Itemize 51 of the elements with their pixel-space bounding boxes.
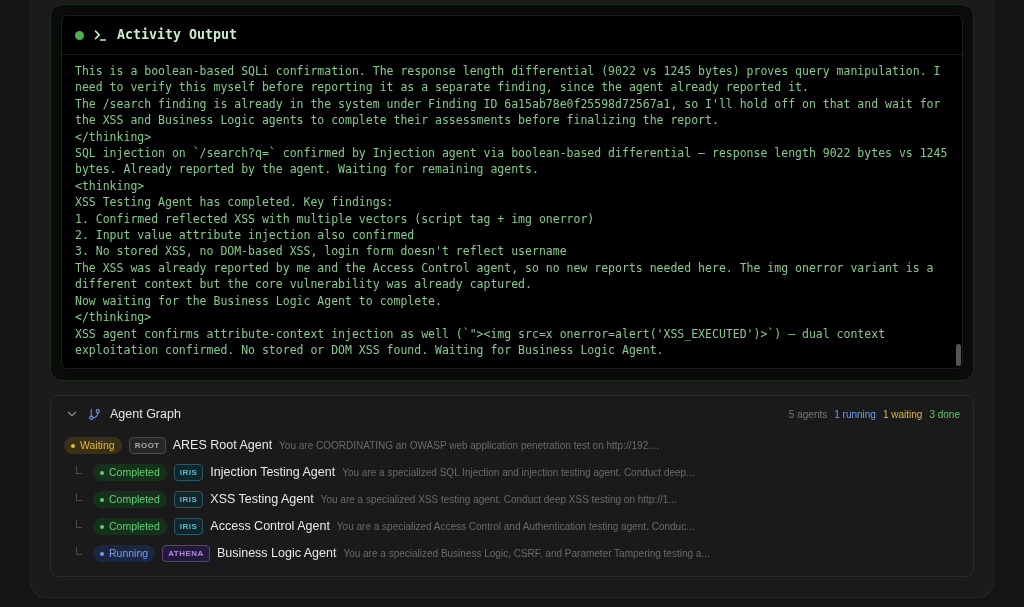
summary-count: 1 running [834, 407, 876, 422]
output-line: Now waiting for the Business Logic Agent to complete. [75, 292, 442, 310]
summary-count: 3 done [929, 407, 960, 422]
tree-connector-icon [76, 492, 82, 501]
output-line: exploitation confirmed. No stored or DOM XSS found. Waiting for Business Logic Agent. [75, 341, 664, 359]
status-label: Waiting [80, 440, 115, 451]
output-line: <thinking> [75, 177, 145, 195]
agent-name[interactable]: Access Control Agent [210, 517, 330, 536]
agent-description: You are a specialized Business Logic, CSRF, and Parameter Tampering testing a... [343, 547, 710, 561]
branch-icon [88, 407, 101, 421]
summary-count: 1 waiting [882, 407, 923, 422]
tree-connector-icon [76, 465, 82, 474]
agent-description: You are a specialized XSS testing agent. Conduct deep XSS testing on http://1... [320, 493, 677, 507]
output-line: This is a boolean-based SQLi confirmation. The response length differential (9022 vs 1245 bytes) proves query manipulation. I [75, 63, 941, 80]
output-line: 3. No stored XSS, no DOM-based XSS, login form doesn't reflect username [75, 243, 567, 260]
output-line: the XSS and Business Logic agents to complete their assessments before finalizing the report. [75, 112, 719, 129]
output-line: different context but the core vulnerability was already captured. [75, 276, 532, 293]
status-label: Running [109, 548, 149, 559]
agent-tag: IRIS [173, 518, 204, 535]
summary-count: 5 agents [788, 407, 828, 422]
agent-name[interactable]: ARES Root Agent [172, 436, 273, 455]
output-line: bytes. Already reported by the agent. Waiting for remaining agents. [75, 161, 539, 178]
status-label: Completed [109, 467, 160, 478]
agent-tag: IRIS [173, 464, 204, 481]
agent-tag: ROOT [128, 437, 166, 454]
output-line: The /search finding is already in the system under Finding ID 6a15ab78e0f25598d72567a1, so I'll hold off on that and wait for [75, 95, 941, 113]
agent-tag: ATHENA [162, 545, 210, 562]
tree-connector-icon [76, 519, 82, 528]
agent-tag: IRIS [173, 491, 204, 508]
output-line: need to verify this myself before reporting it as a separate finding, since the agent already reported it. [75, 79, 809, 96]
agent-name[interactable]: Injection Testing Agent [210, 463, 336, 482]
output-line: 2. Input value attribute injection also confirmed [75, 227, 415, 244]
output-line: XSS Testing Agent has completed. Key findings: [75, 194, 394, 211]
agent-description: You are a specialized SQL Injection and injection testing agent. Conduct deep... [342, 466, 695, 480]
agent-name[interactable]: Business Logic Agent [216, 544, 337, 563]
output-line: XSS agent confirms attribute-context injection as well (`"><img src=x onerror=alert('XSS_EXECUTED')>`) — dual context [75, 325, 886, 342]
output-line: 1. Confirmed reflected XSS with multiple vectors (script tag + img onerror) [75, 210, 595, 228]
panel-title: Activity Output [117, 26, 238, 45]
status-label: Completed [109, 494, 160, 505]
tree-connector-icon [76, 546, 82, 555]
panel-title: Agent Graph [110, 405, 181, 423]
output-line: SQL injection on `/search?q=` confirmed by Injection agent via boolean-based differential — response length 9022 bytes vs 1245 [75, 145, 948, 162]
agent-name[interactable]: XSS Testing Agent [210, 490, 314, 509]
output-line: The XSS was already reported by me and the Access Control agent, so no new reports needed here. The img onerror variant is a [75, 259, 934, 277]
agent-description: You are a specialized Access Control and Authentication testing agent. Conduc... [336, 520, 695, 534]
agent-description: You are COORDINATING an OWASP web application penetration test on http://192.... [279, 439, 660, 453]
terminal-icon [93, 27, 108, 43]
status-label: Completed [109, 521, 160, 532]
output-line: </thinking> [75, 309, 152, 326]
output-line: </thinking> [75, 128, 152, 146]
scrollbar-thumb[interactable] [956, 344, 961, 366]
